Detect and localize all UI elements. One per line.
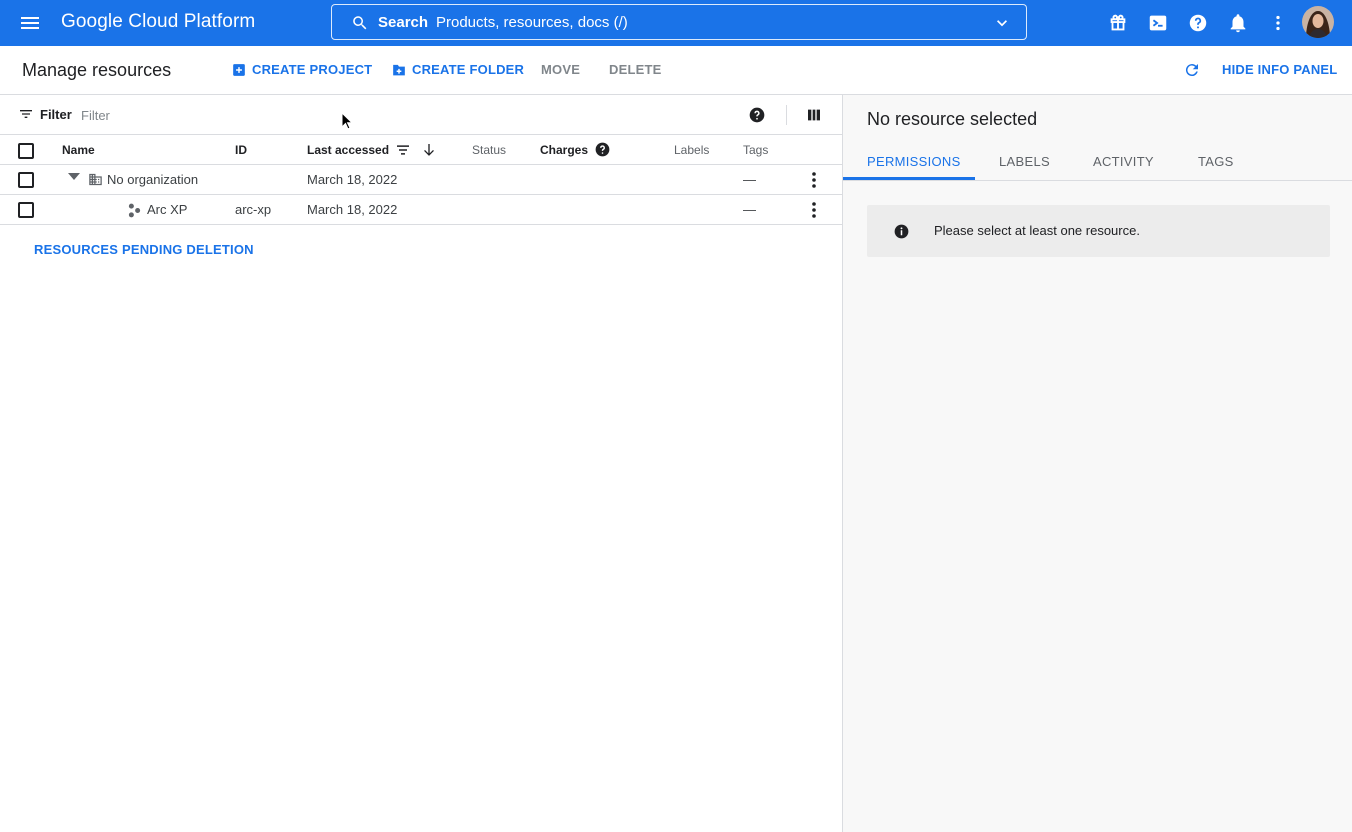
resource-tags: — bbox=[743, 172, 756, 187]
account-avatar[interactable] bbox=[1302, 6, 1334, 38]
action-bar: Manage resources CREATE PROJECT CREATE F… bbox=[0, 46, 1352, 95]
chevron-down-icon[interactable] bbox=[992, 13, 1012, 33]
column-header-name[interactable]: Name bbox=[62, 143, 95, 157]
organization-icon bbox=[88, 172, 103, 187]
active-tab-indicator bbox=[843, 177, 975, 180]
more-vert-icon[interactable] bbox=[807, 201, 821, 219]
create-project-button[interactable]: CREATE PROJECT bbox=[232, 62, 372, 77]
filter-bar: Filter bbox=[0, 95, 842, 135]
column-header-labels[interactable]: Labels bbox=[674, 143, 709, 157]
create-folder-button[interactable]: CREATE FOLDER bbox=[392, 62, 524, 77]
search-icon bbox=[351, 14, 369, 32]
table-header: Name ID Last accessed Status Charges Lab… bbox=[0, 135, 842, 165]
cloud-shell-icon[interactable] bbox=[1147, 12, 1169, 34]
filter-list-icon bbox=[20, 110, 32, 118]
row-checkbox[interactable] bbox=[18, 202, 34, 218]
page-title: Manage resources bbox=[22, 60, 172, 80]
arrow-down-icon[interactable] bbox=[421, 142, 437, 158]
column-display-icon[interactable] bbox=[806, 107, 822, 123]
move-button[interactable]: MOVE bbox=[541, 62, 580, 77]
table-row[interactable]: No organization March 18, 2022 — bbox=[0, 165, 842, 195]
more-vert-icon[interactable] bbox=[807, 171, 821, 189]
last-accessed-label: Last accessed bbox=[307, 143, 390, 157]
help-icon[interactable] bbox=[1187, 12, 1209, 34]
tab-permissions[interactable]: PERMISSIONS bbox=[867, 154, 961, 169]
filter-label: Filter bbox=[40, 106, 72, 122]
create-folder-icon bbox=[393, 64, 405, 76]
add-box-icon bbox=[233, 63, 245, 76]
column-header-last-accessed[interactable]: Last accessed bbox=[307, 142, 437, 158]
sort-icon[interactable] bbox=[395, 142, 411, 158]
info-notice-text: Please select at least one resource. bbox=[934, 223, 1140, 238]
resource-list-panel: Filter Name ID Last accessed Status Char… bbox=[0, 95, 842, 832]
column-header-id[interactable]: ID bbox=[235, 143, 247, 157]
info-panel-tabs: PERMISSIONS LABELS ACTIVITY TAGS bbox=[843, 144, 1352, 181]
mouse-pointer-icon bbox=[341, 112, 353, 130]
resource-id: arc-xp bbox=[235, 202, 272, 217]
info-notice: Please select at least one resource. bbox=[867, 205, 1330, 257]
resource-last-accessed: March 18, 2022 bbox=[307, 172, 398, 187]
info-panel: No resource selected PERMISSIONS LABELS … bbox=[843, 95, 1352, 832]
tab-activity[interactable]: ACTIVITY bbox=[1093, 154, 1154, 169]
charges-label: Charges bbox=[540, 142, 589, 157]
hide-info-panel-button[interactable]: HIDE INFO PANEL bbox=[1222, 62, 1337, 77]
tab-tags[interactable]: TAGS bbox=[1198, 154, 1234, 169]
resource-name: No organization bbox=[107, 172, 199, 187]
gift-icon[interactable] bbox=[1107, 12, 1129, 34]
more-vert-icon[interactable] bbox=[1267, 12, 1289, 34]
create-project-label: CREATE PROJECT bbox=[252, 62, 373, 77]
delete-button[interactable]: DELETE bbox=[609, 62, 661, 77]
info-icon bbox=[894, 224, 909, 239]
column-header-status[interactable]: Status bbox=[472, 143, 506, 157]
help-icon[interactable] bbox=[749, 107, 765, 123]
help-icon[interactable] bbox=[595, 142, 610, 157]
resources-pending-deletion-link[interactable]: RESOURCES PENDING DELETION bbox=[34, 242, 254, 257]
column-header-charges[interactable]: Charges bbox=[540, 142, 610, 157]
table-row[interactable]: Arc XP arc-xp March 18, 2022 — bbox=[0, 195, 842, 225]
resource-tags: — bbox=[743, 202, 756, 217]
top-app-bar: Google Cloud Platform Search Products, r… bbox=[0, 0, 1352, 46]
resource-name[interactable]: Arc XP bbox=[147, 202, 187, 217]
product-logo[interactable]: Google Cloud Platform bbox=[61, 11, 255, 33]
tab-labels[interactable]: LABELS bbox=[999, 154, 1050, 169]
hamburger-menu-icon[interactable] bbox=[18, 11, 42, 35]
expand-arrow-icon[interactable] bbox=[68, 173, 80, 181]
row-checkbox[interactable] bbox=[18, 172, 34, 188]
toolbar-divider bbox=[786, 105, 787, 125]
search-bar[interactable]: Search Products, resources, docs (/) bbox=[331, 4, 1027, 40]
search-placeholder[interactable]: Products, resources, docs (/) bbox=[436, 14, 628, 31]
project-icon bbox=[127, 203, 142, 218]
refresh-icon[interactable] bbox=[1183, 61, 1207, 79]
info-panel-title: No resource selected bbox=[867, 109, 1038, 129]
notifications-icon[interactable] bbox=[1227, 12, 1249, 34]
search-label: Search bbox=[378, 14, 429, 31]
create-folder-label: CREATE FOLDER bbox=[412, 62, 525, 77]
filter-input[interactable] bbox=[81, 105, 681, 125]
filter-button[interactable]: Filter bbox=[18, 106, 72, 122]
select-all-checkbox[interactable] bbox=[18, 143, 34, 159]
resource-last-accessed: March 18, 2022 bbox=[307, 202, 398, 217]
column-header-tags[interactable]: Tags bbox=[743, 143, 768, 157]
